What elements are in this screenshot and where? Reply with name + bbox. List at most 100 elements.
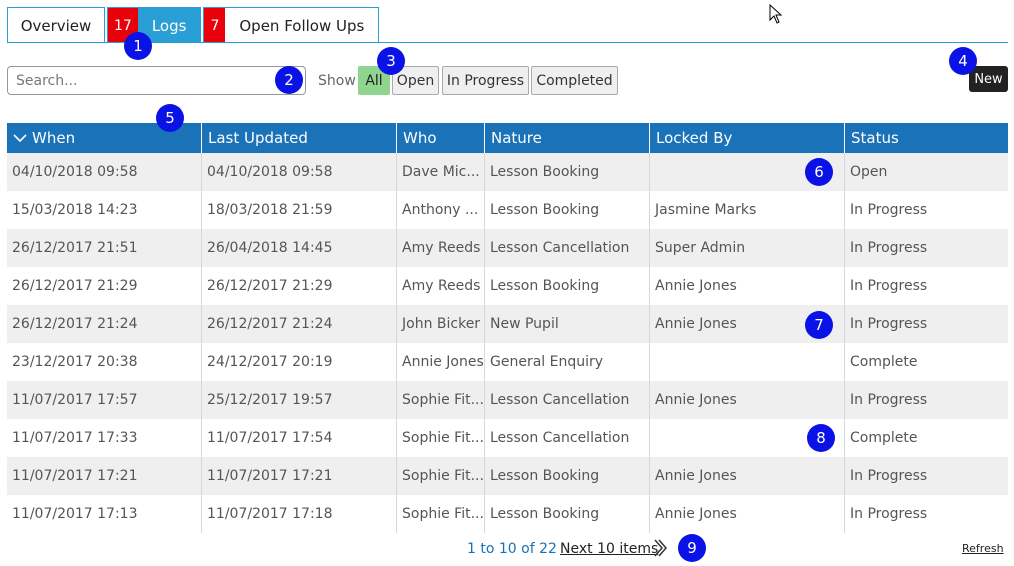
cell-last-updated: 11/07/2017 17:54 bbox=[202, 419, 397, 457]
cell-who: Amy Reeds bbox=[397, 267, 485, 305]
cell-who: Annie Jones bbox=[397, 343, 485, 381]
logs-table: When Last Updated Who Nature Locked By S… bbox=[7, 123, 1008, 533]
tab-overview[interactable]: Overview bbox=[7, 7, 105, 43]
cell-nature: General Enquiry bbox=[485, 343, 650, 381]
table-row[interactable]: 11/07/2017 17:33 11/07/2017 17:54 Sophie F… bbox=[7, 419, 1008, 457]
tab-underline bbox=[7, 42, 1008, 43]
cell-when: 11/07/2017 17:13 bbox=[7, 495, 202, 533]
new-button[interactable]: New bbox=[969, 66, 1008, 92]
cell-when: 26/12/2017 21:29 bbox=[7, 267, 202, 305]
cell-locked-by: Super Admin bbox=[650, 229, 845, 267]
column-header-status[interactable]: Status bbox=[845, 123, 1008, 153]
cell-who: Sophie Fit... bbox=[397, 381, 485, 419]
show-label: Show bbox=[318, 73, 356, 89]
cell-when: 04/10/2018 09:58 bbox=[7, 153, 202, 191]
callout-marker-2: 2 bbox=[275, 66, 303, 94]
cell-when: 11/07/2017 17:33 bbox=[7, 419, 202, 457]
table-header: When Last Updated Who Nature Locked By S… bbox=[7, 123, 1008, 153]
cell-status: In Progress bbox=[850, 240, 928, 256]
next-page-link[interactable]: Next 10 items bbox=[560, 541, 658, 557]
column-header-locked-by[interactable]: Locked By bbox=[650, 123, 845, 153]
callout-marker-5: 5 bbox=[156, 104, 184, 132]
tab-logs[interactable]: 17 Logs bbox=[107, 7, 202, 43]
cell-last-updated: 11/07/2017 17:21 bbox=[202, 457, 397, 495]
cell-nature: Lesson Booking bbox=[485, 267, 650, 305]
filter-in-progress-button[interactable]: In Progress bbox=[442, 66, 529, 95]
cell-last-updated: 26/04/2018 14:45 bbox=[202, 229, 397, 267]
cell-nature: Lesson Booking bbox=[485, 457, 650, 495]
cell-last-updated: 11/07/2017 17:18 bbox=[202, 495, 397, 533]
cell-who: Amy Reeds bbox=[397, 229, 485, 267]
cell-locked-by: Annie Jones bbox=[650, 381, 845, 419]
cell-nature: Lesson Booking bbox=[485, 191, 650, 229]
cell-nature: Lesson Booking bbox=[485, 495, 650, 533]
table-row[interactable]: 11/07/2017 17:57 25/12/2017 19:57 Sophie F… bbox=[7, 381, 1008, 419]
table-row[interactable]: 26/12/2017 21:51 26/04/2018 14:45 Amy Reed… bbox=[7, 229, 1008, 267]
callout-marker-3: 3 bbox=[377, 47, 405, 75]
cell-nature: Lesson Cancellation bbox=[485, 229, 650, 267]
chevron-down-icon bbox=[13, 133, 27, 143]
cell-status: In Progress bbox=[850, 468, 928, 484]
double-chevron-right-icon[interactable] bbox=[653, 538, 669, 562]
mouse-cursor-icon bbox=[769, 3, 783, 28]
cell-status: In Progress bbox=[850, 316, 928, 332]
tab-follow-ups-label: Open Follow Ups bbox=[239, 16, 365, 35]
cell-who: Sophie Fit... bbox=[397, 419, 485, 457]
filter-completed-button[interactable]: Completed bbox=[531, 66, 618, 95]
column-header-nature[interactable]: Nature bbox=[485, 123, 650, 153]
cell-nature: Lesson Booking bbox=[485, 153, 650, 191]
search-input[interactable] bbox=[7, 66, 306, 95]
table-row[interactable]: 23/12/2017 20:38 24/12/2017 20:19 Annie Jo… bbox=[7, 343, 1008, 381]
cell-who: John Bicker bbox=[397, 305, 485, 343]
cell-status: In Progress bbox=[850, 506, 928, 522]
table-row[interactable]: 11/07/2017 17:21 11/07/2017 17:21 Sophie F… bbox=[7, 457, 1008, 495]
tab-open-follow-ups[interactable]: 7 Open Follow Ups bbox=[203, 7, 380, 43]
cell-when: 26/12/2017 21:51 bbox=[7, 229, 202, 267]
column-header-when-label: When bbox=[32, 129, 76, 147]
table-row[interactable]: 11/07/2017 17:13 11/07/2017 17:18 Sophie F… bbox=[7, 495, 1008, 533]
cell-last-updated: 25/12/2017 19:57 bbox=[202, 381, 397, 419]
callout-marker-1: 1 bbox=[124, 32, 152, 60]
cell-locked-by: Annie Jones bbox=[650, 267, 845, 305]
cell-when: 15/03/2018 14:23 bbox=[7, 191, 202, 229]
cell-last-updated: 26/12/2017 21:29 bbox=[202, 267, 397, 305]
table-body: 04/10/2018 09:58 04/10/2018 09:58 Dave Mic… bbox=[7, 153, 1008, 533]
cell-locked-by: Jasmine Marks bbox=[650, 191, 845, 229]
cell-status: In Progress bbox=[850, 392, 928, 408]
table-row[interactable]: 15/03/2018 14:23 18/03/2018 21:59 Anthony … bbox=[7, 191, 1008, 229]
cell-last-updated: 18/03/2018 21:59 bbox=[202, 191, 397, 229]
callout-marker-8: 8 bbox=[807, 424, 835, 452]
cell-last-updated: 26/12/2017 21:24 bbox=[202, 305, 397, 343]
cell-nature: Lesson Cancellation bbox=[485, 419, 650, 457]
cell-locked-by bbox=[650, 343, 845, 381]
cell-status: Complete bbox=[850, 430, 918, 446]
cell-who: Dave Mic... bbox=[397, 153, 485, 191]
cell-status: In Progress bbox=[850, 202, 928, 218]
cell-when: 11/07/2017 17:21 bbox=[7, 457, 202, 495]
cell-nature: Lesson Cancellation bbox=[485, 381, 650, 419]
cell-status: In Progress bbox=[850, 278, 928, 294]
cell-when: 23/12/2017 20:38 bbox=[7, 343, 202, 381]
table-row[interactable]: 26/12/2017 21:29 26/12/2017 21:29 Amy Reed… bbox=[7, 267, 1008, 305]
callout-marker-6: 6 bbox=[805, 158, 833, 186]
cell-nature: New Pupil bbox=[485, 305, 650, 343]
tab-overview-label: Overview bbox=[20, 16, 92, 35]
table-row[interactable]: 04/10/2018 09:58 04/10/2018 09:58 Dave Mic… bbox=[7, 153, 1008, 191]
callout-marker-7: 7 bbox=[805, 311, 833, 339]
cell-who: Sophie Fit... bbox=[397, 495, 485, 533]
refresh-link[interactable]: Refresh bbox=[962, 542, 1004, 555]
cell-status: Complete bbox=[850, 354, 918, 370]
column-header-last-updated[interactable]: Last Updated bbox=[202, 123, 397, 153]
cell-locked-by: Annie Jones bbox=[650, 457, 845, 495]
cell-who: Anthony ... bbox=[397, 191, 485, 229]
cell-last-updated: 04/10/2018 09:58 bbox=[202, 153, 397, 191]
tab-bar: Overview 17 Logs 7 Open Follow Ups bbox=[7, 7, 381, 43]
cell-status: Open bbox=[850, 164, 888, 180]
cell-who: Sophie Fit... bbox=[397, 457, 485, 495]
cell-when: 11/07/2017 17:57 bbox=[7, 381, 202, 419]
column-header-who[interactable]: Who bbox=[397, 123, 485, 153]
tab-follow-ups-count-badge: 7 bbox=[204, 8, 226, 43]
cell-locked-by: Annie Jones bbox=[650, 495, 845, 533]
callout-marker-4: 4 bbox=[949, 47, 977, 75]
table-row[interactable]: 26/12/2017 21:24 26/12/2017 21:24 John Bic… bbox=[7, 305, 1008, 343]
